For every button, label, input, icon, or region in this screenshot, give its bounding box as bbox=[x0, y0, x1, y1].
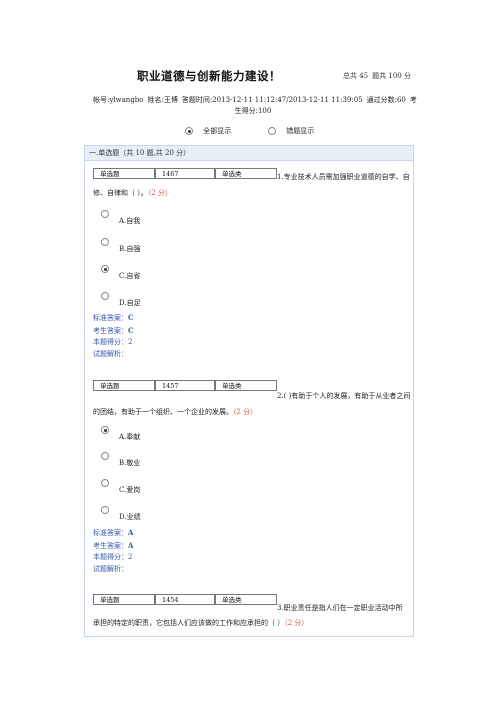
total-score: 总共 45 bbox=[343, 72, 369, 80]
question-text: 2.( )有助于个人的发展，有助于从业者之间 的团结，有助于一个组织、一个企业的… bbox=[93, 390, 410, 420]
radio-icon[interactable] bbox=[101, 506, 109, 514]
page-title: 职业道德与创新能力建设！ bbox=[137, 69, 281, 83]
question-points: （2 分） bbox=[147, 189, 172, 197]
question-analysis: 试题解析： bbox=[93, 564, 128, 573]
student-answer: A bbox=[128, 540, 134, 550]
score-summary: 总共 45 题共 100 分 bbox=[343, 71, 415, 81]
question-panel: 一.单选题（共 10 题,共 20 分） 单选题 1467 单选类 1.专业技术… bbox=[84, 145, 414, 637]
option-d[interactable]: D.自足 bbox=[101, 292, 141, 307]
radio-icon[interactable] bbox=[101, 265, 109, 273]
question-analysis: 试题解析： bbox=[93, 349, 128, 358]
option-d[interactable]: D.业绩 bbox=[101, 506, 141, 521]
student-name: 姓名:王博 bbox=[147, 96, 178, 104]
student-answer: C bbox=[128, 325, 134, 335]
question-stem-rest: 修、自律和（ ）。 bbox=[93, 189, 148, 197]
standard-answer: C bbox=[128, 313, 134, 322]
option-c[interactable]: C.自省 bbox=[101, 265, 140, 280]
question-text: 3.职业责任是指人们在一定职业活动中所 承担的特定的职责，它包括人们应该做的工作… bbox=[93, 602, 403, 631]
exam-meta: 帐号:ylwangbo 姓名:王博 答题时间:2013-12-11 11:12:47… bbox=[90, 95, 420, 117]
filter-show-wrong[interactable]: 错题显示 bbox=[268, 126, 314, 136]
question-stem-first: 1.专业技术人员需加强职业道德的自学、自 bbox=[277, 173, 410, 181]
filter-show-all[interactable]: 全部显示 bbox=[185, 126, 231, 136]
option-b[interactable]: B.敬业 bbox=[101, 452, 140, 467]
radio-icon[interactable] bbox=[101, 452, 109, 460]
radio-icon[interactable] bbox=[185, 127, 193, 135]
pass-score: 通过分数:60 bbox=[366, 96, 406, 104]
answer-block: 标准答案：A 考生答案：A 本题得分：2 试题解析： bbox=[93, 527, 133, 575]
answer-block: 标准答案：C 考生答案：C 本题得分：2 试题解析： bbox=[93, 312, 134, 360]
radio-icon[interactable] bbox=[101, 238, 109, 246]
question-text: 1.专业技术人员需加强职业道德的自学、自 修、自律和（ ）。（2 分） bbox=[93, 171, 410, 201]
account-info: 帐号:ylwangbo bbox=[93, 96, 144, 104]
radio-icon[interactable] bbox=[268, 127, 276, 135]
question-stem-first: 3.职业责任是指人们在一定职业活动中所 bbox=[277, 604, 403, 612]
option-b[interactable]: B.自强 bbox=[101, 238, 140, 253]
option-a[interactable]: A.自我 bbox=[101, 210, 140, 225]
question-points: （2 分） bbox=[233, 408, 258, 416]
question-stem-rest: 的团结，有助于一个组织、一个企业的发展。 bbox=[93, 408, 233, 416]
radio-icon[interactable] bbox=[101, 292, 109, 300]
question-score: 本题得分：2 bbox=[93, 338, 133, 346]
filter-label: 全部显示 bbox=[203, 127, 232, 135]
question-score: 本题得分：2 bbox=[93, 553, 133, 561]
question-stem-first: 2.( )有助于个人的发展，有助于从业者之间 bbox=[277, 392, 411, 400]
radio-icon[interactable] bbox=[101, 426, 109, 434]
answer-time: 答题时间:2013-12-11 11:12:47/2013-12-11 11:3… bbox=[181, 96, 363, 104]
question-count: 题共 100 分 bbox=[372, 72, 411, 80]
radio-icon[interactable] bbox=[101, 210, 109, 218]
section-title: 一.单选题（共 10 题,共 20 分） bbox=[85, 146, 413, 161]
question-stem-rest: 承担的特定的职责，它包括人们应该做的工作和应承担的（ ） bbox=[93, 619, 285, 627]
option-a[interactable]: A.奉献 bbox=[101, 426, 140, 441]
filter-label: 错题显示 bbox=[286, 127, 315, 135]
radio-icon[interactable] bbox=[101, 479, 109, 487]
option-c[interactable]: C.爱岗 bbox=[101, 479, 140, 494]
question-points: （2 分） bbox=[284, 619, 309, 627]
standard-answer: A bbox=[128, 528, 134, 537]
